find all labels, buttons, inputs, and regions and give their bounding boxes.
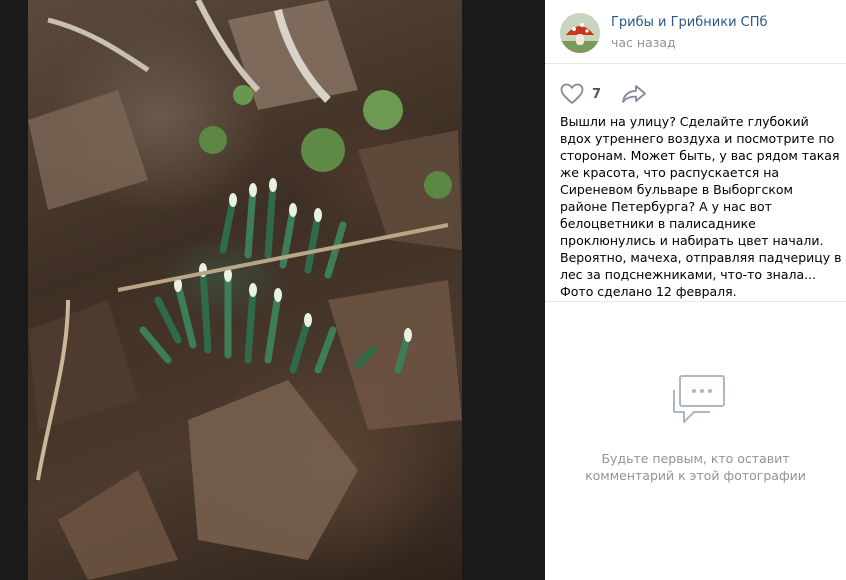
mushroom-avatar-icon (560, 13, 600, 53)
photo-description: Вышли на улицу? Сделайте глубокий вдох у… (560, 114, 842, 299)
comments-empty-text: Будьте первым, кто оставит комментарий к… (545, 450, 846, 484)
comments-empty-line1: Будьте первым, кто оставит (601, 451, 790, 466)
share-arrow-icon (622, 85, 646, 103)
author-link[interactable]: Грибы и Грибники СПб (611, 15, 768, 30)
post-time[interactable]: час назад (611, 35, 676, 50)
comment-bubble-icon (672, 375, 725, 423)
like-count: 7 (592, 86, 602, 102)
comments-empty-state: Будьте первым, кто оставит комментарий к… (545, 372, 846, 484)
photo-sidebar: Грибы и Грибники СПб час назад 7 Вышли н… (545, 0, 846, 580)
photo-illustration (28, 0, 462, 580)
share-button[interactable] (621, 84, 647, 104)
post-header: Грибы и Грибники СПб час назад (545, 0, 846, 64)
heart-icon (560, 83, 584, 104)
comments-empty-line2: комментарий к этой фотографии (585, 468, 806, 483)
divider (545, 301, 846, 302)
avatar[interactable] (560, 13, 600, 53)
like-button[interactable]: 7 (560, 83, 601, 105)
post-actions: 7 (560, 82, 647, 106)
snowdrops-photo[interactable] (28, 0, 462, 580)
photo-viewer (0, 0, 545, 580)
